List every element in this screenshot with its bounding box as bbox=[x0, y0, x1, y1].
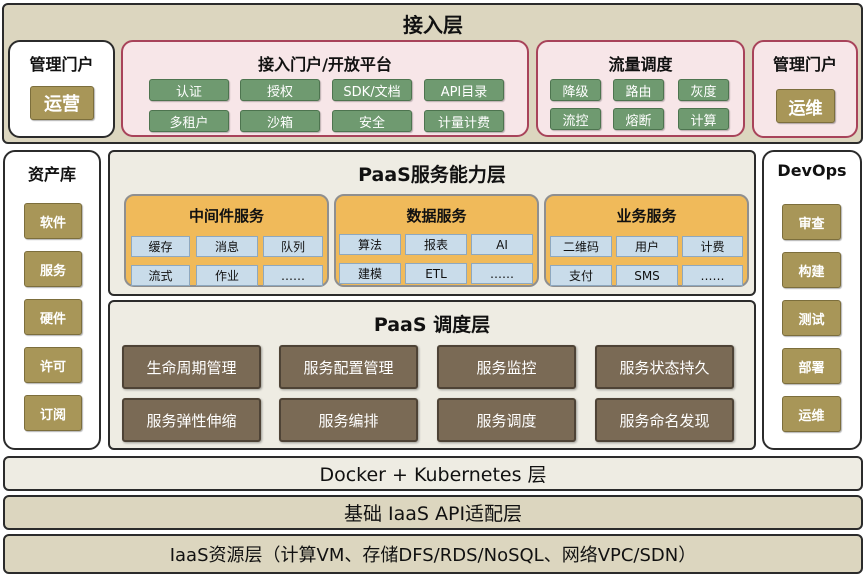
paas-capability-title: PaaS服务能力层 bbox=[358, 164, 506, 186]
multi-tenant-button[interactable]: 多租户 bbox=[149, 110, 229, 132]
metering-billing-button[interactable]: 计量计费 bbox=[424, 110, 504, 132]
iaas-api-adapter-label: 基础 IaaS API适配层 bbox=[343, 503, 523, 525]
job-button[interactable]: 作业 bbox=[196, 265, 258, 286]
middleware-more-button[interactable]: …… bbox=[263, 265, 323, 286]
service-config-management-button[interactable]: 服务配置管理 bbox=[279, 345, 418, 389]
service-monitoring-button[interactable]: 服务监控 bbox=[437, 345, 576, 389]
ops-button[interactable]: 运维 bbox=[776, 89, 835, 123]
paas-scheduling-title: PaaS 调度层 bbox=[373, 314, 491, 336]
sdk-docs-button[interactable]: SDK/文档 bbox=[332, 79, 412, 101]
authorize-button[interactable]: 授权 bbox=[240, 79, 320, 101]
compute-button[interactable]: 计算 bbox=[678, 108, 729, 130]
message-button[interactable]: 消息 bbox=[196, 236, 258, 257]
algorithm-button[interactable]: 算法 bbox=[339, 234, 401, 255]
routing-button[interactable]: 路由 bbox=[613, 79, 664, 101]
middleware-service-title: 中间件服务 bbox=[188, 207, 264, 225]
service-state-persistence-button[interactable]: 服务状态持久 bbox=[595, 345, 734, 389]
billing-button[interactable]: 计费 bbox=[682, 236, 743, 257]
asset-library-title: 资产库 bbox=[27, 165, 76, 184]
user-button[interactable]: 用户 bbox=[616, 236, 678, 257]
iaas-resource-label: IaaS资源层（计算VM、存储DFS/RDS/NoSQL、网络VPC/SDN） bbox=[169, 545, 697, 566]
mgmt-portal-left-title: 管理门户 bbox=[29, 55, 94, 74]
data-service-title: 数据服务 bbox=[406, 207, 467, 225]
traffic-title: 流量调度 bbox=[608, 55, 673, 74]
service-elastic-scaling-button[interactable]: 服务弹性伸缩 bbox=[122, 398, 261, 442]
asset-item-subscription[interactable]: 订阅 bbox=[24, 395, 82, 431]
devops-item-ops[interactable]: 运维 bbox=[782, 396, 841, 432]
sms-button[interactable]: SMS bbox=[616, 265, 678, 286]
circuit-breaker-button[interactable]: 熔断 bbox=[613, 108, 664, 130]
devops-item-build[interactable]: 构建 bbox=[782, 252, 841, 288]
service-orchestration-button[interactable]: 服务编排 bbox=[279, 398, 418, 442]
asset-item-service[interactable]: 服务 bbox=[24, 251, 82, 287]
degrade-button[interactable]: 降级 bbox=[550, 79, 601, 101]
qrcode-button[interactable]: 二维码 bbox=[550, 236, 612, 257]
ai-button[interactable]: AI bbox=[471, 234, 533, 255]
auth-button[interactable]: 认证 bbox=[149, 79, 229, 101]
devops-item-review[interactable]: 审查 bbox=[782, 204, 841, 240]
devops-item-deploy[interactable]: 部署 bbox=[782, 348, 841, 384]
gray-release-button[interactable]: 灰度 bbox=[678, 79, 729, 101]
modeling-button[interactable]: 建模 bbox=[339, 263, 401, 284]
etl-button[interactable]: ETL bbox=[405, 263, 467, 284]
business-service-title: 业务服务 bbox=[616, 207, 677, 225]
lifecycle-management-button[interactable]: 生命周期管理 bbox=[122, 345, 261, 389]
asset-item-software[interactable]: 软件 bbox=[24, 203, 82, 239]
asset-item-license[interactable]: 许可 bbox=[24, 347, 82, 383]
access-layer-title: 接入层 bbox=[403, 13, 463, 37]
mgmt-portal-right-title: 管理门户 bbox=[772, 55, 837, 74]
operations-button[interactable]: 运营 bbox=[30, 86, 94, 120]
iaas-api-adapter-layer: 基础 IaaS API适配层 bbox=[3, 495, 863, 530]
sandbox-button[interactable]: 沙箱 bbox=[240, 110, 320, 132]
iaas-resource-layer: IaaS资源层（计算VM、存储DFS/RDS/NoSQL、网络VPC/SDN） bbox=[3, 534, 863, 574]
open-platform-title: 接入门户/开放平台 bbox=[258, 55, 392, 74]
docker-kubernetes-layer: Docker + Kubernetes 层 bbox=[3, 456, 863, 491]
flow-control-button[interactable]: 流控 bbox=[550, 108, 601, 130]
security-button[interactable]: 安全 bbox=[332, 110, 412, 132]
devops-title: DevOps bbox=[777, 161, 847, 180]
report-button[interactable]: 报表 bbox=[405, 234, 467, 255]
docker-kubernetes-label: Docker + Kubernetes 层 bbox=[319, 464, 547, 486]
service-scheduling-button[interactable]: 服务调度 bbox=[437, 398, 576, 442]
service-naming-discovery-button[interactable]: 服务命名发现 bbox=[595, 398, 734, 442]
cache-button[interactable]: 缓存 bbox=[131, 236, 190, 257]
devops-item-test[interactable]: 测试 bbox=[782, 300, 841, 336]
business-more-button[interactable]: …… bbox=[682, 265, 743, 286]
streaming-button[interactable]: 流式 bbox=[131, 265, 190, 286]
asset-item-hardware[interactable]: 硬件 bbox=[24, 299, 82, 335]
api-catalog-button[interactable]: API目录 bbox=[424, 79, 504, 101]
payment-button[interactable]: 支付 bbox=[550, 265, 612, 286]
data-more-button[interactable]: …… bbox=[471, 263, 533, 284]
queue-button[interactable]: 队列 bbox=[263, 236, 323, 257]
